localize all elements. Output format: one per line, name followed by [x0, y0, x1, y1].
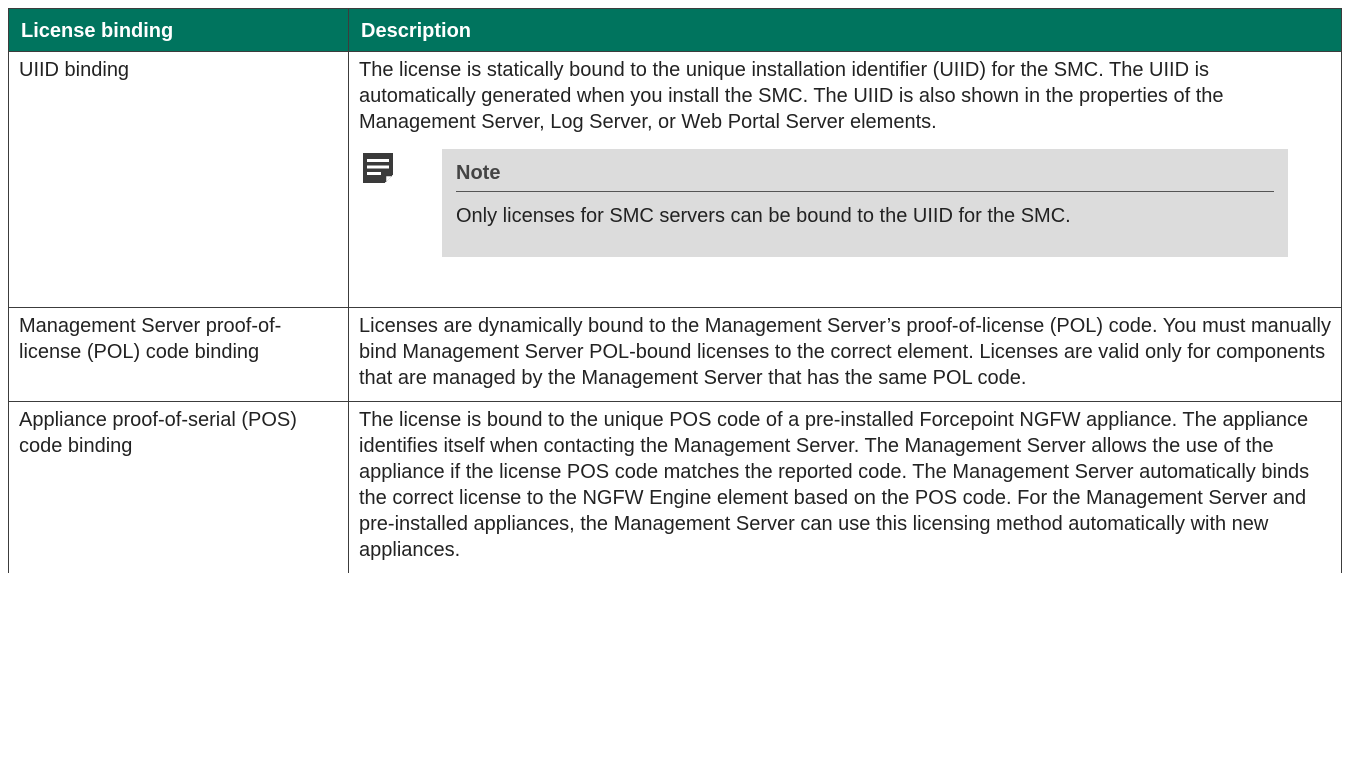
binding-cell: Management Server proof-of-license (POL)…: [8, 307, 349, 402]
license-binding-table: License binding Description UIID binding…: [8, 8, 1342, 573]
table-row-pos: Appliance proof-of-serial (POS) code bin…: [8, 401, 1342, 573]
description-cell: Licenses are dynamically bound to the Ma…: [348, 307, 1342, 402]
table-row-uiid: UIID binding The license is statically b…: [8, 51, 1342, 308]
description-text: The license is statically bound to the u…: [359, 59, 1224, 133]
table-row-pol: Management Server proof-of-license (POL)…: [8, 307, 1342, 402]
binding-cell: UIID binding: [8, 51, 349, 308]
note-icon: [363, 153, 393, 183]
note-text: Only licenses for SMC servers can be bou…: [456, 205, 1071, 227]
note-callout: Note Only licenses for SMC servers can b…: [359, 149, 1331, 257]
description-cell: The license is statically bound to the u…: [348, 51, 1342, 308]
note-box: Note Only licenses for SMC servers can b…: [442, 149, 1288, 257]
note-title: Note: [456, 162, 1274, 192]
table-header-row: License binding Description: [8, 8, 1342, 52]
column-header-license-binding: License binding: [8, 8, 349, 52]
binding-cell: Appliance proof-of-serial (POS) code bin…: [8, 401, 349, 573]
description-cell: The license is bound to the unique POS c…: [348, 401, 1342, 573]
column-header-description: Description: [348, 8, 1342, 52]
